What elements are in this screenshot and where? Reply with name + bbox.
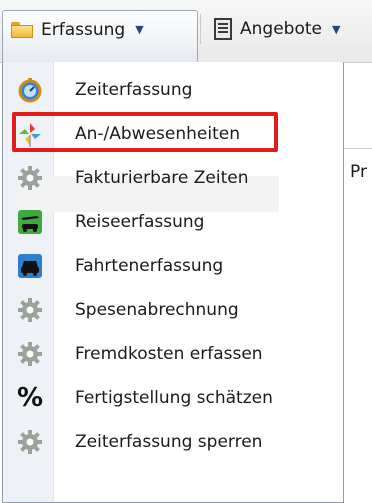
gear-icon <box>17 297 43 323</box>
toolbar: Erfassung ▼ Angebote ▼ <box>0 0 372 63</box>
menu-item-fertigstellung-schaetzen[interactable]: % Fertigstellung schätzen <box>3 376 343 420</box>
menu-item-zeiterfassung[interactable]: Zeiterfassung <box>3 68 343 112</box>
menu-item-label: Zeiterfassung sperren <box>75 432 263 452</box>
gear-icon <box>17 429 43 455</box>
menu-item-an-abwesenheiten[interactable]: An-/Abwesenheiten <box>3 112 343 156</box>
pinwheel-icon <box>17 121 43 147</box>
menu-item-spesenabrechnung[interactable]: Spesenabrechnung <box>3 288 343 332</box>
angebote-menu-button[interactable]: Angebote ▼ <box>206 10 372 48</box>
percent-icon: % <box>16 383 44 413</box>
gear-icon <box>17 165 43 191</box>
toolbar-separator <box>200 14 201 44</box>
angebote-label: Angebote <box>240 19 322 39</box>
travel-icon <box>17 209 43 235</box>
car-icon <box>17 253 43 279</box>
menu-item-label: Reiseerfassung <box>75 212 205 232</box>
menu-item-label: Zeiterfassung <box>75 80 193 100</box>
menu-item-label: Fakturierbare Zeiten <box>75 168 249 188</box>
erfassung-menu-button[interactable]: Erfassung ▼ <box>2 10 198 62</box>
chevron-down-icon: ▼ <box>331 22 341 36</box>
menu-item-label: Fremdkosten erfassen <box>75 344 263 364</box>
erfassung-label: Erfassung <box>41 19 126 40</box>
menu-item-zeiterfassung-sperren[interactable]: Zeiterfassung sperren <box>3 420 343 464</box>
menu-item-label: Fahrtenerfassung <box>75 256 224 276</box>
menu-item-fremdkosten-erfassen[interactable]: Fremdkosten erfassen <box>3 332 343 376</box>
background-divider <box>344 148 372 149</box>
chevron-down-icon: ▼ <box>135 23 144 36</box>
menu-item-label: Fertigstellung schätzen <box>75 388 273 408</box>
menu-item-reiseerfassung[interactable]: Reiseerfassung <box>3 200 343 244</box>
folder-icon <box>11 21 33 38</box>
menu-item-fahrtenerfassung[interactable]: Fahrtenerfassung <box>3 244 343 288</box>
erfassung-dropdown-menu: Zeiterfassung An-/Abwesenheiten Fakturie… <box>2 62 344 503</box>
background-partial-label: Pr <box>350 162 367 182</box>
menu-item-fakturierbare-zeiten[interactable]: Fakturierbare Zeiten <box>3 156 343 200</box>
stopwatch-icon <box>17 77 43 103</box>
gear-icon <box>17 341 43 367</box>
menu-item-label: An-/Abwesenheiten <box>75 124 240 144</box>
document-icon <box>214 18 232 40</box>
menu-item-label: Spesenabrechnung <box>75 300 239 320</box>
